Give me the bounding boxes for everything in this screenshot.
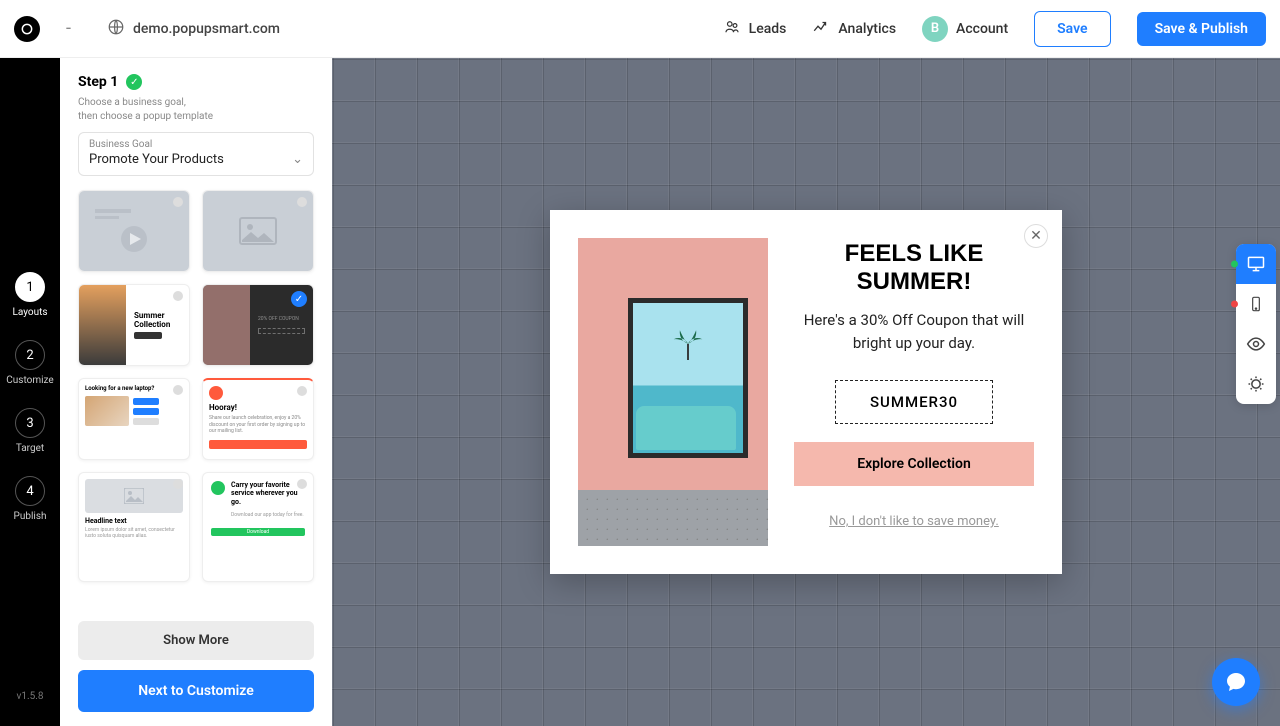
show-more-button[interactable]: Show More — [78, 621, 314, 660]
nav-analytics[interactable]: Analytics — [812, 18, 896, 40]
template-unselected-icon — [297, 386, 307, 396]
template-unselected-icon — [297, 197, 307, 207]
template-thumb — [79, 191, 189, 271]
rail-step-layouts[interactable]: 1Layouts — [12, 272, 47, 318]
popup-title[interactable]: FEELS LIKE SUMMER! — [794, 240, 1034, 295]
rail-step-target[interactable]: 3Target — [15, 408, 45, 454]
rail-step-publish[interactable]: 4Publish — [14, 476, 47, 522]
template-card[interactable] — [78, 190, 190, 272]
debug-button[interactable] — [1236, 364, 1276, 404]
business-goal-label: Business Goal — [89, 139, 303, 150]
step-complete-icon: ✓ — [126, 74, 142, 90]
preview-eye-button[interactable] — [1236, 324, 1276, 364]
app-version: v1.5.8 — [17, 691, 44, 702]
nav-leads[interactable]: Leads — [723, 18, 787, 40]
nav-leads-label: Leads — [749, 21, 787, 37]
template-unselected-icon — [297, 479, 307, 489]
globe-icon — [107, 18, 125, 40]
template-card[interactable]: Headline textLorem ipsum dolor sit amet,… — [78, 472, 190, 582]
template-card[interactable]: Looking for a new laptop? — [78, 378, 190, 460]
nav-analytics-label: Analytics — [838, 21, 896, 37]
preview-canvas[interactable]: ✕ FEELS LIKE SUMMER! Here's a 30% Off Co… — [332, 58, 1280, 726]
popup-subtitle[interactable]: Here's a 30% Off Coupon that will bright… — [794, 309, 1034, 354]
top-bar: - demo.popupsmart.com Leads Analytics B … — [0, 0, 1280, 58]
chevron-down-icon: ⌄ — [292, 152, 303, 167]
panel-step-header: Step 1 ✓ — [78, 74, 314, 90]
popup-image — [578, 238, 768, 546]
template-unselected-icon — [173, 385, 183, 395]
device-desktop-button[interactable] — [1236, 244, 1276, 284]
campaign-name-placeholder: - — [66, 18, 71, 39]
account-avatar: B — [922, 16, 948, 42]
template-card[interactable]: Summer Collection — [78, 284, 190, 366]
template-unselected-icon — [173, 291, 183, 301]
nav-account[interactable]: B Account — [922, 16, 1008, 42]
template-card[interactable]: Hooray!Share our launch celebration, enj… — [202, 378, 314, 460]
template-thumb: 20% OFF COUPON — [203, 285, 313, 365]
site-url[interactable]: demo.popupsmart.com — [133, 21, 280, 37]
app-logo[interactable] — [14, 16, 40, 42]
popup-preview[interactable]: ✕ FEELS LIKE SUMMER! Here's a 30% Off Co… — [550, 210, 1062, 574]
analytics-icon — [812, 18, 830, 40]
layouts-panel: Step 1 ✓ Choose a business goal, then ch… — [60, 58, 332, 726]
save-button[interactable]: Save — [1034, 11, 1110, 47]
next-customize-button[interactable]: Next to Customize — [78, 670, 314, 712]
business-goal-select[interactable]: Business Goal Promote Your Products ⌄ — [78, 132, 314, 176]
business-goal-value: Promote Your Products — [89, 152, 224, 167]
template-card[interactable]: Carry your favorite service wherever you… — [202, 472, 314, 582]
template-card-selected[interactable]: ✓ 20% OFF COUPON — [202, 284, 314, 366]
rail-step-customize[interactable]: 2Customize — [6, 340, 53, 386]
device-switcher — [1236, 244, 1276, 404]
template-grid: Summer Collection ✓ 20% OFF COUPON Looki… — [78, 190, 314, 582]
template-card[interactable] — [202, 190, 314, 272]
chat-bubble-button[interactable] — [1212, 658, 1260, 706]
panel-hint: Choose a business goal, then choose a po… — [78, 96, 314, 124]
save-publish-button[interactable]: Save & Publish — [1137, 12, 1266, 46]
popup-decline-link[interactable]: No, I don't like to save money. — [829, 514, 999, 529]
device-mobile-button[interactable] — [1236, 284, 1276, 324]
popup-cta-button[interactable]: Explore Collection — [794, 442, 1034, 486]
step-rail: 1Layouts 2Customize 3Target 4Publish v1.… — [0, 58, 60, 726]
popup-coupon-code[interactable]: SUMMER30 — [835, 380, 993, 424]
popup-close-icon[interactable]: ✕ — [1024, 224, 1048, 248]
panel-step-title: Step 1 — [78, 74, 118, 90]
nav-account-label: Account — [956, 21, 1008, 37]
template-unselected-icon — [173, 479, 183, 489]
leads-icon — [723, 18, 741, 40]
